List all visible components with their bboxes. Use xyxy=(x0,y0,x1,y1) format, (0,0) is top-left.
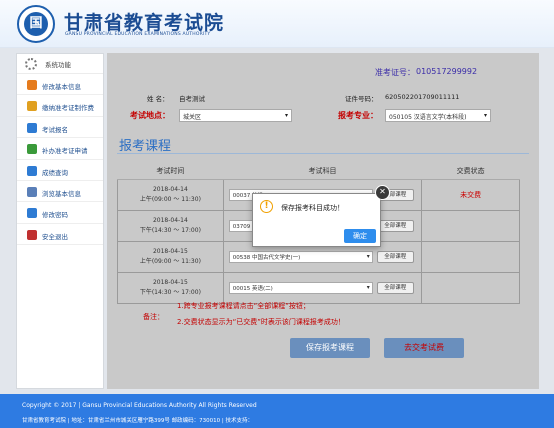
name-value: 自考测试 xyxy=(179,95,205,103)
footer-copyright: Copyright © 2017 | Gansu Provincial Educ… xyxy=(22,402,257,409)
name-label: 姓 名： xyxy=(147,95,169,103)
pay-exam-fee-button[interactable]: 去交考试费 xyxy=(384,338,464,358)
score-icon xyxy=(27,165,37,176)
exam-date: 2018-04-14 xyxy=(152,216,188,224)
success-dialog: ! 保存报考科目成功！ 确定 xyxy=(252,193,381,247)
exam-date: 2018-04-14 xyxy=(152,185,188,193)
exam-time-cell: 2018-04-14 上午(09:00 ～ 11:30) xyxy=(117,178,224,211)
close-icon[interactable]: ✕ xyxy=(375,185,390,200)
exam-number-label: 准考证号： xyxy=(375,68,415,77)
sidebar-item-label: 缴纳准考证制作费 xyxy=(42,104,94,113)
sidebar-item-edit-info[interactable]: 修改基本信息 xyxy=(17,74,103,96)
exit-icon xyxy=(27,229,37,240)
lock-icon xyxy=(27,208,37,219)
subject-select-value: 00538 中国古代文学史(一) xyxy=(232,254,301,261)
major-label: 报考专业： xyxy=(338,111,378,120)
exam-number-value: 010517299992 xyxy=(416,67,478,76)
sidebar-item-view-info[interactable]: 浏览基本信息 xyxy=(17,181,103,203)
site-subtitle: GANSU PROVINCIAL EDUCATION EXAMINATIONS … xyxy=(65,32,211,37)
column-header-time: 考试时间 xyxy=(117,163,224,180)
major-select-value: 050105 汉语言文学(本科段) xyxy=(389,114,467,121)
sidebar-item-logout[interactable]: 安全退出 xyxy=(17,224,103,246)
all-courses-button[interactable]: 全部课程 xyxy=(376,281,414,294)
location-label: 考试地点： xyxy=(130,111,170,120)
status-cell: 未交费 xyxy=(421,178,520,211)
section-divider xyxy=(117,153,529,154)
status-cell xyxy=(421,271,520,304)
chevron-down-icon: ▾ xyxy=(483,112,487,119)
exam-session: 上午(09:00 ～ 11:30) xyxy=(139,257,201,265)
chevron-down-icon: ▾ xyxy=(284,112,288,119)
site-header: 国 甘肃省教育考试院 GANSU PROVINCIAL EDUCATION EX… xyxy=(0,0,554,48)
exam-time-cell: 2018-04-15 上午(09:00 ～ 11:30) xyxy=(117,240,224,273)
sidebar-item-label: 浏览基本信息 xyxy=(42,189,81,198)
site-footer: Copyright © 2017 | Gansu Provincial Educ… xyxy=(0,394,554,428)
exam-date: 2018-04-15 xyxy=(152,278,188,286)
chevron-down-icon: ▾ xyxy=(366,283,370,291)
location-select[interactable]: 城关区 ▾ xyxy=(179,109,292,122)
save-courses-button[interactable]: 保存报考课程 xyxy=(290,338,370,358)
info-icon xyxy=(27,186,37,197)
subject-select[interactable]: 00538 中国古代文学史(一) ▾ xyxy=(228,250,373,263)
gear-icon xyxy=(25,58,37,70)
subject-select[interactable]: 00015 英语(二) ▾ xyxy=(228,281,373,294)
section-title: 报考课程 xyxy=(119,139,172,154)
id-number-value: 620502201709011111 xyxy=(385,93,460,101)
id-number-label: 证件号码： xyxy=(345,95,378,103)
chevron-down-icon: ▾ xyxy=(366,252,370,260)
sidebar-item-label: 修改密码 xyxy=(42,211,68,220)
exam-date: 2018-04-15 xyxy=(152,247,188,255)
logo-emblem: 国 xyxy=(24,12,48,36)
sidebar-item-label: 补办准考证申请 xyxy=(42,147,88,156)
edit-icon xyxy=(27,80,37,90)
payment-status: 未交费 xyxy=(460,190,482,199)
table-row: 2018-04-15 下午(14:30 ～ 17:00) 00015 英语(二)… xyxy=(117,271,520,304)
exam-session: 下午(14:30 ～ 17:00) xyxy=(139,226,201,234)
all-courses-button[interactable]: 全部课程 xyxy=(376,219,414,232)
site-title: 甘肃省教育考试院 xyxy=(64,12,225,34)
sidebar-item-reissue-card[interactable]: 补办准考证申请 xyxy=(17,138,103,160)
site-logo: 国 xyxy=(17,5,55,43)
dialog-message: 保存报考科目成功！ xyxy=(281,204,344,212)
sidebar-item-change-password[interactable]: 修改密码 xyxy=(17,202,103,224)
column-header-subject: 考试科目 xyxy=(223,163,422,180)
status-cell xyxy=(421,240,520,273)
sidebar-header: 系统功能 xyxy=(17,54,103,74)
sidebar-item-exam-registration[interactable]: 考试报名 xyxy=(17,117,103,139)
major-select[interactable]: 050105 汉语言文学(本科段) ▾ xyxy=(385,109,491,122)
note-payment-status: 2.交费状态显示为“已交费”时表示该门课程报考成功！ xyxy=(177,318,345,326)
all-courses-button[interactable]: 全部课程 xyxy=(376,250,414,263)
card-icon xyxy=(27,144,37,155)
confirm-button[interactable]: 确定 xyxy=(344,229,376,243)
exam-time-cell: 2018-04-15 下午(14:30 ～ 17:00) xyxy=(117,271,224,304)
exam-session: 下午(14:30 ～ 17:00) xyxy=(139,288,201,296)
sidebar: 系统功能 修改基本信息 缴纳准考证制作费 考试报名 补办准考证申请 成绩查询 浏… xyxy=(16,53,104,389)
sidebar-item-score-query[interactable]: 成绩查询 xyxy=(17,160,103,181)
sidebar-item-label: 成绩查询 xyxy=(42,168,68,177)
subject-cell: 00015 英语(二) ▾ 全部课程 xyxy=(222,271,423,304)
warning-icon: ! xyxy=(260,200,273,213)
payment-icon xyxy=(27,101,37,112)
sidebar-item-pay-card-fee[interactable]: 缴纳准考证制作费 xyxy=(17,95,103,117)
location-select-value: 城关区 xyxy=(183,114,202,121)
register-icon xyxy=(27,122,37,133)
footer-address: 甘肃省教育考试院 | 地址：甘肃省兰州市城关区雁宁路399号 邮政编码：7300… xyxy=(22,418,253,424)
sidebar-item-label: 修改基本信息 xyxy=(42,83,81,91)
exam-time-cell: 2018-04-14 下午(14:30 ～ 17:00) xyxy=(117,209,224,242)
note-cross-major: 1.跨专业报考课程请点击“全部课程”按钮； xyxy=(177,302,310,310)
sidebar-item-label: 考试报名 xyxy=(42,125,68,134)
column-header-status: 交费状态 xyxy=(421,163,520,180)
sidebar-item-label: 安全退出 xyxy=(42,232,68,241)
note-label: 备注： xyxy=(143,313,164,321)
status-cell xyxy=(421,209,520,242)
sidebar-header-label: 系统功能 xyxy=(45,61,71,69)
exam-session: 上午(09:00 ～ 11:30) xyxy=(139,195,201,203)
subject-select-value: 00015 英语(二) xyxy=(232,285,273,292)
